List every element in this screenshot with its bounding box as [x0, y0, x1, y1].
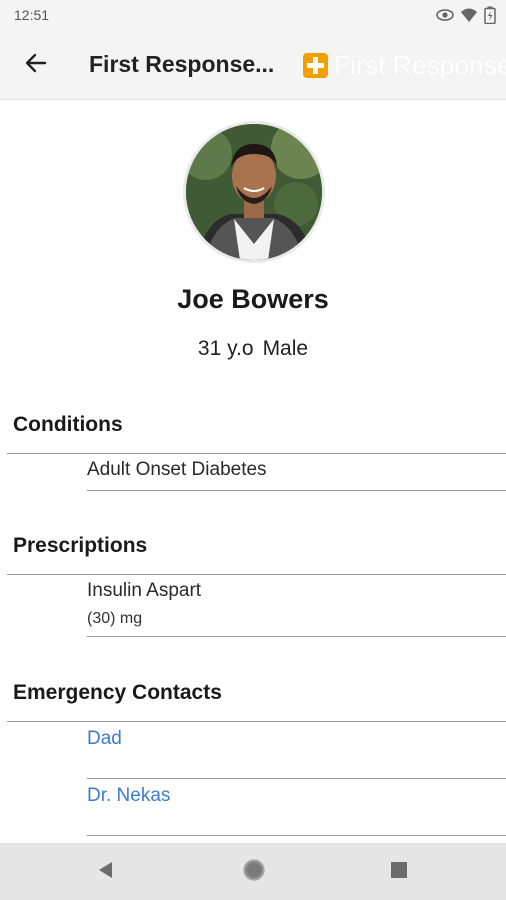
- home-circle-icon: [242, 858, 266, 887]
- status-icons: [436, 6, 496, 24]
- patient-name: Joe Bowers: [177, 284, 329, 314]
- page-title: First Response...: [89, 51, 275, 77]
- condition-item-divider: [87, 490, 506, 491]
- wifi-icon: [460, 7, 478, 23]
- emergency-contacts-divider: [7, 721, 506, 722]
- prescription-item-divider: [87, 636, 506, 637]
- conditions-divider: [7, 453, 506, 454]
- recents-square-icon: [389, 860, 409, 885]
- app-bar: First Response... First Response: [0, 30, 506, 100]
- contact-link-dr-nekas[interactable]: Dr. Nekas: [87, 785, 170, 807]
- contact-item-divider: [87, 778, 506, 779]
- status-bar: 12:51: [0, 0, 506, 30]
- medical-cross-icon: [303, 53, 328, 78]
- status-time: 12:51: [14, 7, 50, 23]
- back-triangle-icon: [96, 860, 116, 885]
- conditions-title: Conditions: [13, 413, 123, 436]
- prescriptions-divider: [7, 574, 506, 575]
- prescriptions-title: Prescriptions: [13, 534, 148, 557]
- patient-age: 31 y.o: [197, 337, 254, 360]
- arrow-back-icon: [25, 53, 47, 78]
- patient-meta: 31 y.o Male: [0, 337, 506, 361]
- contact-link-dad[interactable]: Dad: [87, 728, 122, 750]
- nav-recents-button[interactable]: [386, 859, 412, 885]
- eye-icon: [436, 8, 454, 22]
- patient-sex: Male: [262, 337, 309, 360]
- battery-icon: [484, 6, 496, 24]
- avatar: [183, 121, 325, 263]
- brand-text: First Response: [334, 50, 506, 80]
- back-button[interactable]: [16, 50, 56, 80]
- nav-home-button[interactable]: [241, 858, 267, 887]
- prescription-dose: (30) mg: [87, 610, 143, 627]
- system-nav-bar: [0, 843, 506, 900]
- prescription-name: Insulin Aspart: [87, 580, 202, 601]
- nav-back-button[interactable]: [93, 859, 119, 885]
- emergency-contacts-title: Emergency Contacts: [13, 681, 222, 704]
- brand-logo: First Response: [303, 50, 506, 81]
- contact-item-divider: [87, 835, 506, 836]
- condition-item: Adult Onset Diabetes: [87, 459, 267, 480]
